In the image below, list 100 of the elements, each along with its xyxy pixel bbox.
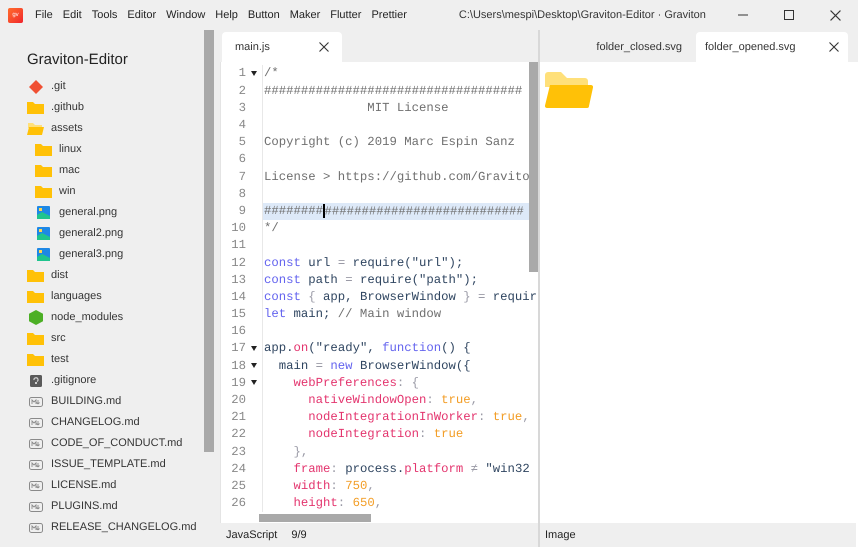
code-line: width: 750,: [292, 480, 375, 492]
file-tree-item[interactable]: .github: [27, 97, 215, 118]
text-cursor: [323, 204, 325, 218]
fold-caret-icon[interactable]: [251, 71, 257, 76]
file-tree-item[interactable]: CODE_OF_CONDUCT.md: [27, 433, 215, 454]
file-tree-item[interactable]: general3.png: [35, 244, 215, 265]
line-number: 3: [238, 102, 246, 114]
open-folder-icon: [545, 72, 593, 108]
folder-icon: [35, 143, 52, 156]
editor-tab[interactable]: main.js: [222, 32, 342, 62]
code-line: /*: [264, 67, 279, 80]
file-tree-item[interactable]: .gitignore: [27, 370, 215, 391]
diamond-icon: [28, 80, 42, 94]
code-line: main = new BrowserWindow({: [278, 360, 471, 372]
line-number: 7: [238, 170, 246, 183]
line-number: 9: [238, 204, 246, 218]
menu-item[interactable]: Window: [166, 6, 206, 24]
line-number: 21: [230, 411, 246, 424]
line-number: 2: [238, 84, 246, 97]
scrollbar[interactable]: [529, 62, 538, 272]
editor-tab[interactable]: folder_opened.svg: [696, 32, 848, 62]
line-number: 16: [230, 325, 246, 338]
file-tree-item[interactable]: mac: [35, 160, 215, 181]
image-icon: [37, 248, 50, 261]
file-tree-item[interactable]: general.png: [35, 202, 215, 223]
code-line: let main; // Main window: [264, 308, 442, 320]
folder-icon: [27, 332, 44, 345]
image-icon: [37, 227, 50, 240]
file-icon: [30, 374, 42, 386]
cursor-position: 9/9: [291, 528, 307, 543]
file-tree-item[interactable]: win: [35, 181, 215, 202]
folder-icon: [35, 185, 52, 198]
folder-icon: [27, 269, 44, 282]
code-line: License > https://github.com/Gravito: [264, 170, 530, 183]
file-tree-item[interactable]: RELEASE_CHANGELOG.md: [27, 517, 215, 538]
line-number: 10: [230, 222, 246, 234]
code-line: frame: process.platform ≠ "win32: [292, 462, 530, 476]
file-tree-item[interactable]: .git: [27, 76, 215, 97]
line-number: 13: [230, 274, 246, 286]
menu-item[interactable]: Editor: [127, 6, 156, 24]
file-tree-item[interactable]: dist: [27, 265, 215, 286]
file-tree-item[interactable]: LICENSE.md: [27, 475, 215, 496]
file-tree-item[interactable]: node_modules: [27, 307, 215, 328]
code-line: const { app, BrowserWindow } = requir: [264, 290, 538, 304]
markdown-icon: [28, 418, 42, 428]
file-tree-item[interactable]: ISSUE_TEMPLATE.md: [27, 454, 215, 475]
code-line: */: [264, 222, 279, 234]
language-label[interactable]: JavaScript: [226, 526, 278, 544]
line-number: 14: [230, 290, 246, 304]
line-number: 18: [230, 360, 246, 372]
fold-caret-icon[interactable]: [251, 380, 257, 386]
code-line: nodeIntegrationInWorker: true,: [307, 411, 530, 424]
line-number: 11: [230, 239, 246, 252]
file-tree-item[interactable]: PLUGINS.md: [27, 496, 215, 517]
code-line: nativeWindowOpen: true,: [307, 394, 478, 406]
close-icon[interactable]: [829, 42, 839, 52]
file-tree-item[interactable]: CHANGELOG.md: [27, 412, 215, 433]
menu-item[interactable]: Tools: [92, 6, 118, 24]
file-tree-item[interactable]: src: [27, 328, 215, 349]
markdown-icon: [28, 480, 42, 490]
menu-item[interactable]: Edit: [62, 6, 82, 24]
code-line: MIT License: [366, 102, 448, 114]
code-line: webPreferences: {: [292, 376, 419, 390]
line-number: 19: [230, 376, 246, 390]
project-title: Graviton-Editor: [27, 50, 129, 70]
file-tree-item[interactable]: general2.png: [35, 223, 215, 244]
folder-icon: [35, 164, 52, 177]
fold-caret-icon[interactable]: [251, 363, 257, 368]
menu-item[interactable]: File: [35, 6, 53, 24]
file-tree-item[interactable]: languages: [27, 286, 215, 307]
line-number: 26: [230, 497, 246, 510]
line-number: 5: [238, 136, 246, 148]
window-title: C:\Users\mespi\Desktop\Graviton-Editor · Graviton: [458, 8, 706, 23]
markdown-icon: [28, 522, 42, 532]
line-number: 24: [230, 462, 246, 476]
file-tree-item[interactable]: BUILDING.md: [27, 391, 215, 412]
fold-caret-icon[interactable]: [251, 346, 257, 352]
menu-item[interactable]: Flutter: [330, 6, 362, 24]
menu-item[interactable]: Maker: [290, 6, 320, 24]
file-tree-item[interactable]: assets: [27, 118, 215, 139]
menu-item[interactable]: Prettier: [371, 6, 407, 24]
menu-item[interactable]: Help: [215, 6, 238, 24]
markdown-icon: [28, 396, 42, 406]
code-line: height: 650,: [292, 497, 382, 510]
scrollbar[interactable]: [204, 30, 214, 452]
menu-item[interactable]: Button: [248, 6, 280, 24]
file-tree-item[interactable]: test: [27, 349, 215, 370]
close-icon: [830, 10, 840, 20]
line-number: 4: [238, 119, 246, 132]
markdown-icon: [28, 502, 42, 512]
line-number: 12: [230, 256, 246, 269]
file-tree-item[interactable]: linux: [35, 139, 215, 160]
scrollbar[interactable]: [259, 514, 371, 522]
code-line: Copyright (c) 2019 Marc Espin Sanz: [264, 136, 515, 148]
hexagon-icon: [28, 310, 42, 325]
markdown-icon: [28, 438, 42, 448]
file-type-label: Image: [545, 528, 576, 543]
close-icon[interactable]: [319, 42, 329, 52]
code-line: nodeIntegration: true: [307, 428, 464, 441]
line-number: 23: [230, 446, 246, 458]
